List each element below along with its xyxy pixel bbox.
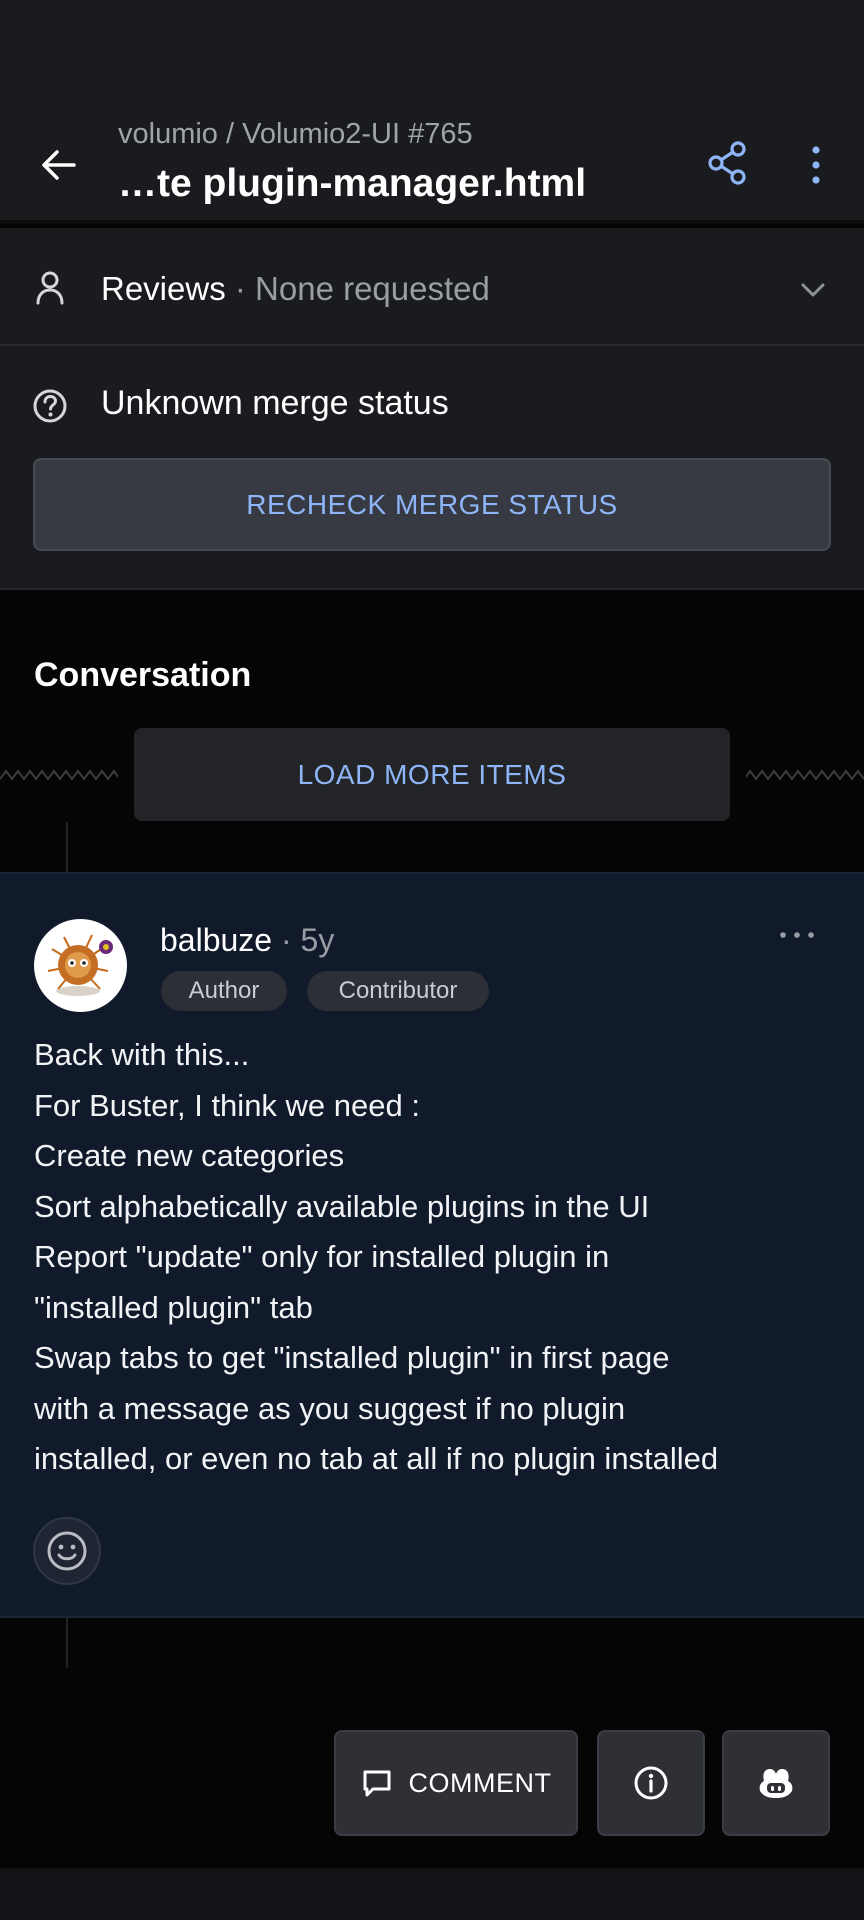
share-icon[interactable] [706, 140, 748, 186]
comment-line: Report "update" only for installed plugi… [34, 1239, 610, 1274]
comment-line: "installed plugin" tab [34, 1289, 313, 1325]
reviews-value: None requested [255, 270, 490, 307]
merge-status-text: Unknown merge status [101, 384, 449, 422]
timeline-line [66, 1618, 68, 1668]
system-nav-bar [0, 1868, 864, 1920]
timeline-line [66, 822, 68, 872]
author-badge: Author [161, 971, 287, 1011]
info-button[interactable] [597, 1730, 705, 1836]
comment-author-line: balbuze · 5y [160, 922, 334, 959]
more-horizontal-icon[interactable] [778, 930, 816, 940]
comment-button[interactable]: COMMENT [334, 1730, 578, 1836]
comment-line: Swap tabs to get "installed plugin" in f… [34, 1340, 670, 1375]
person-icon [36, 271, 64, 305]
comment-line: Back with this... [34, 1037, 250, 1072]
copilot-icon [759, 1769, 793, 1798]
smiley-icon [47, 1531, 87, 1571]
load-more-items-button[interactable]: LOAD MORE ITEMS [134, 728, 730, 821]
comment-line: For Buster, I think we need : [34, 1087, 420, 1123]
recheck-merge-status-button[interactable]: RECHECK MERGE STATUS [33, 458, 831, 551]
page-title: …te plugin-manager.html [118, 162, 587, 205]
info-icon [634, 1766, 668, 1800]
reviews-summary: Reviews · None requested [101, 270, 490, 308]
reviews-label: Reviews [101, 270, 226, 307]
comment-timestamp: · 5y [272, 922, 335, 958]
avatar[interactable] [34, 919, 127, 1012]
comment-body: Back with this... For Buster, I think we… [34, 1030, 844, 1485]
back-arrow-icon[interactable] [40, 146, 78, 184]
comment-line: Sort alphabetically available plugins in… [34, 1188, 650, 1224]
comment-line: Create new categories [34, 1138, 345, 1173]
contributor-badge: Contributor [307, 971, 489, 1011]
zigzag-divider [0, 769, 118, 781]
repo-path: volumio / Volumio2-UI #765 [118, 118, 473, 150]
chevron-down-icon[interactable] [798, 280, 828, 300]
comment-button-label: COMMENT [408, 1767, 552, 1798]
add-reaction-button[interactable] [33, 1517, 101, 1585]
comment-line: with a message as you suggest if no plug… [34, 1390, 626, 1426]
copilot-button[interactable] [722, 1730, 830, 1836]
status-bar [0, 0, 864, 104]
more-vert-icon[interactable] [806, 144, 826, 186]
comment-icon [363, 1770, 390, 1797]
reviews-separator: · [225, 270, 256, 307]
zigzag-divider [746, 769, 864, 781]
author-name[interactable]: balbuze [160, 922, 272, 958]
comment-line: installed, or even no tab at all if no p… [34, 1441, 719, 1476]
question-circle-icon [33, 389, 67, 423]
conversation-heading: Conversation [34, 656, 252, 694]
